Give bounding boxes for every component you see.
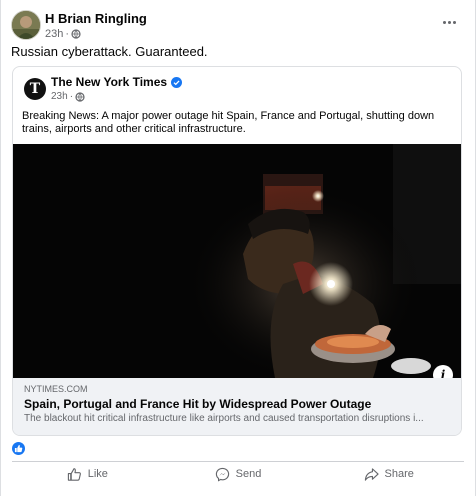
post-meta: 23h · [45, 28, 81, 40]
globe-icon [71, 29, 81, 39]
more-options-button[interactable] [439, 14, 459, 30]
share-button[interactable]: Share [313, 462, 464, 486]
post-time[interactable]: 23h [45, 28, 63, 40]
send-label: Send [235, 468, 262, 480]
shared-meta: 23h · [51, 91, 85, 102]
more-horizontal-icon [442, 20, 446, 24]
like-button[interactable]: Like [12, 462, 163, 486]
author-name[interactable]: H Brian Ringling [45, 11, 147, 26]
info-button[interactable]: i [433, 365, 453, 378]
globe-icon [75, 91, 85, 102]
messenger-icon [215, 467, 229, 482]
post-actions: Like Send Share [12, 462, 464, 486]
shared-post-text: Breaking News: A major power outage hit … [22, 110, 435, 135]
link-domain: NYTIMES.COM [24, 384, 88, 394]
share-icon [364, 467, 379, 481]
like-reaction-icon[interactable] [12, 442, 25, 455]
link-description: The blackout hit critical infrastructure… [24, 413, 424, 424]
share-label: Share [384, 468, 414, 480]
shared-post: T The New York Times 23h · Breaking News… [12, 66, 462, 436]
thumbs-up-icon [67, 467, 81, 481]
shared-page-name-row: The New York Times [51, 75, 183, 89]
shared-meta-separator: · [69, 91, 74, 102]
like-label: Like [87, 468, 108, 480]
shared-time[interactable]: 23h [51, 91, 68, 102]
link-title[interactable]: Spain, Portugal and France Hit by Widesp… [24, 397, 371, 411]
nyt-logo[interactable]: T [24, 78, 46, 100]
link-preview[interactable]: NYTIMES.COM Spain, Portugal and France H… [13, 378, 461, 435]
post-header: H Brian Ringling 23h · [11, 10, 465, 40]
post-text: Russian cyberattack. Guaranteed. [11, 44, 208, 59]
author-avatar[interactable] [11, 10, 41, 40]
meta-separator: · [65, 28, 70, 40]
send-button[interactable]: Send [163, 462, 314, 486]
feed-post: H Brian Ringling 23h · Russian cyberatta… [0, 0, 476, 496]
shared-page-name[interactable]: The New York Times [51, 75, 167, 89]
article-photo[interactable]: i [13, 144, 461, 378]
verified-badge-icon [171, 76, 183, 88]
